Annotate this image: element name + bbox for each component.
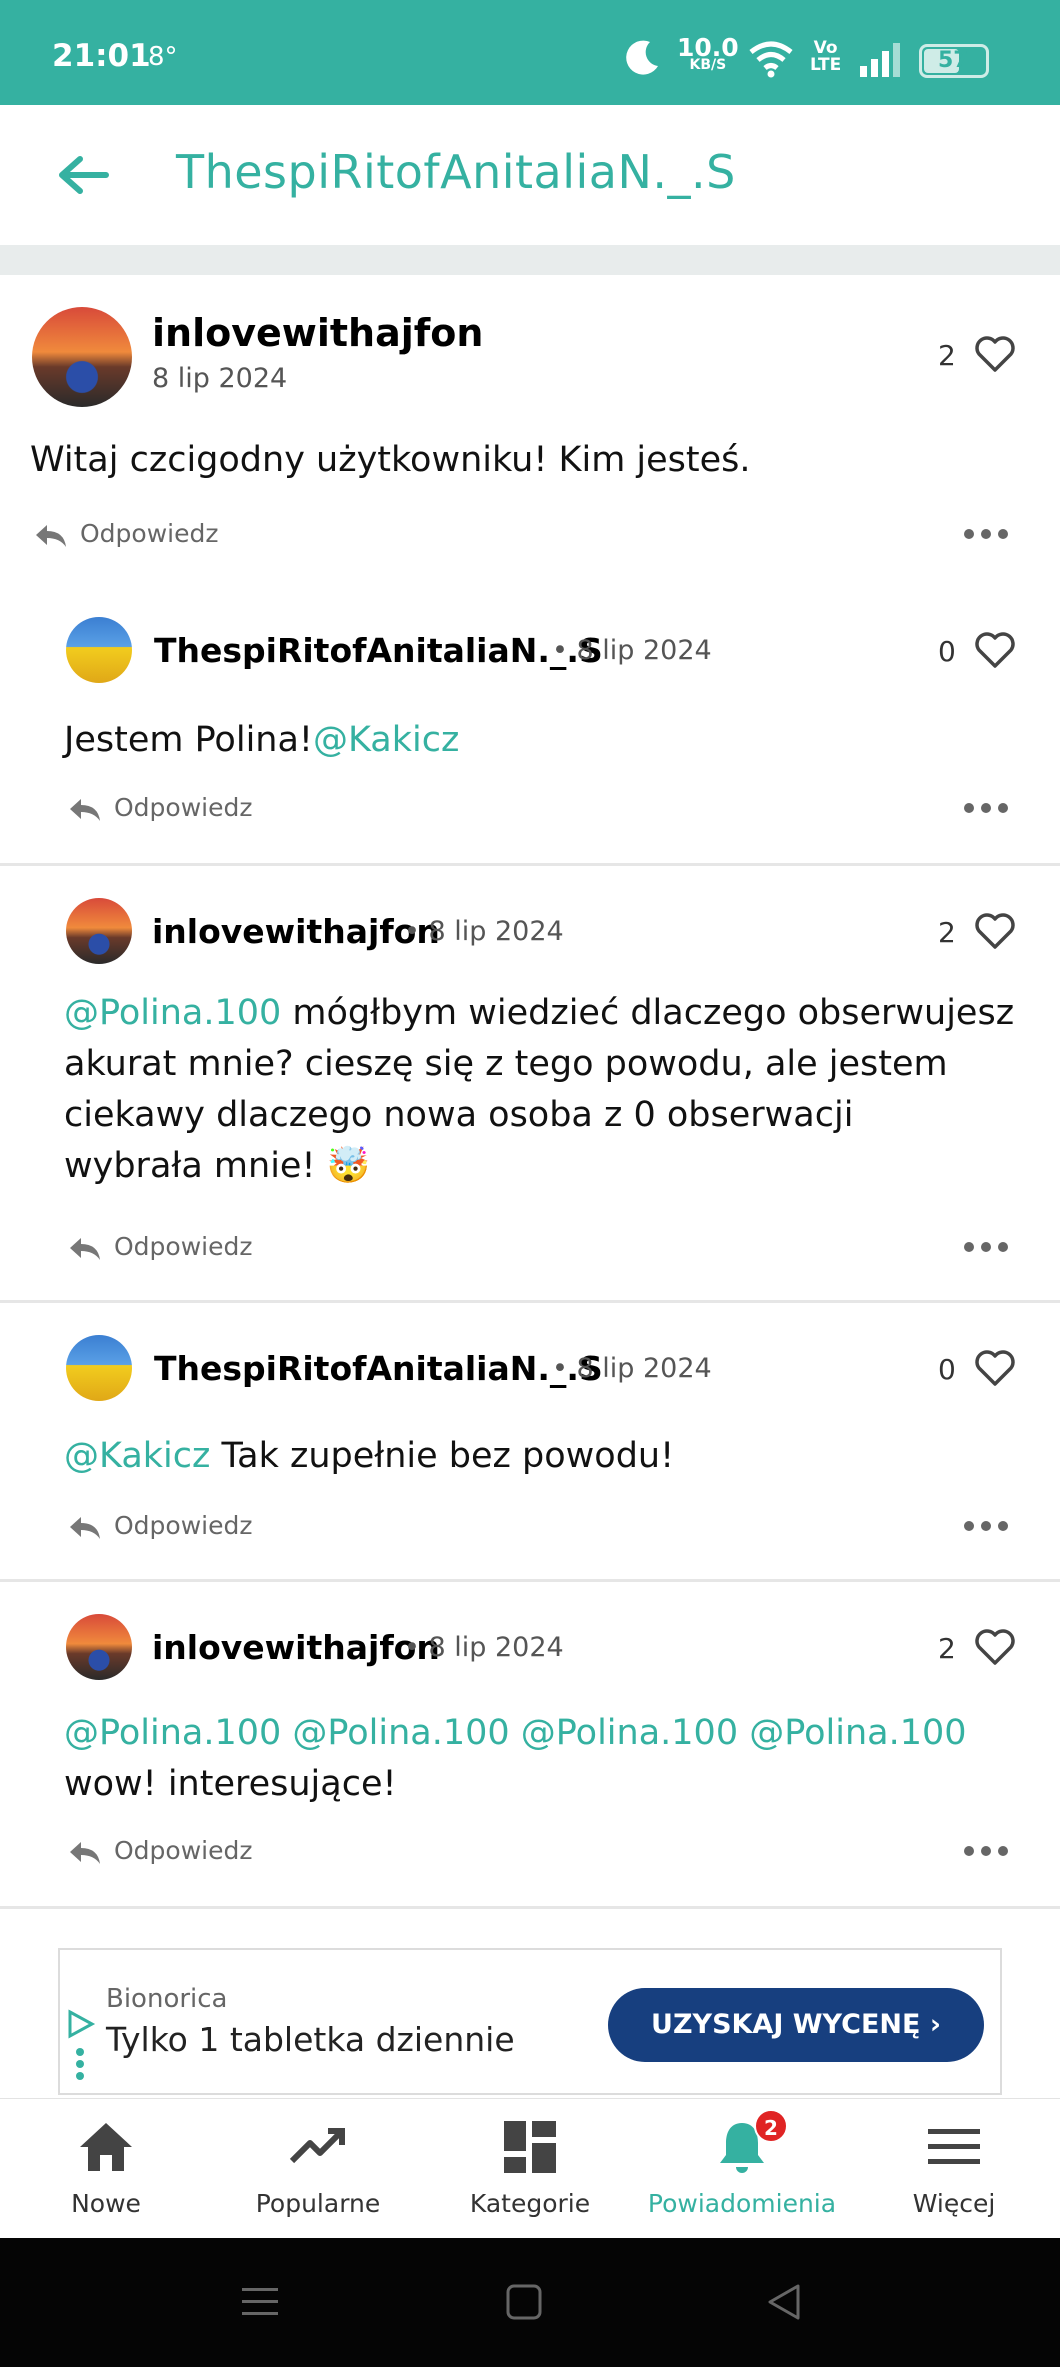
network-speed: 10.0 KB/S xyxy=(677,33,739,73)
notification-badge: 2 xyxy=(754,2109,788,2143)
nav-label: Więcej xyxy=(912,2189,996,2218)
heart-icon[interactable] xyxy=(974,1349,1016,1387)
like-count: 0 xyxy=(938,1353,956,1386)
page-title: ThespiRitofAnitaliaN._.S xyxy=(176,145,736,199)
more-options-icon[interactable] xyxy=(964,803,1008,813)
like-count: 0 xyxy=(938,635,956,668)
nav-item-nowe[interactable]: Nowe xyxy=(0,2099,212,2239)
reply-button[interactable]: Odpowiedz xyxy=(114,1836,252,1865)
heart-icon[interactable] xyxy=(974,335,1016,373)
wifi-icon xyxy=(749,41,793,78)
comment-date: 8 lip 2024 xyxy=(152,363,288,394)
reply-button[interactable]: Odpowiedz xyxy=(80,519,218,548)
comment-date: • 8 lip 2024 xyxy=(552,635,712,666)
comment-reply: ThespiRitofAnitaliaN._.S • 8 lip 2024 0 … xyxy=(0,1303,1060,1581)
reply-icon[interactable] xyxy=(68,797,102,823)
reply-icon[interactable] xyxy=(68,1236,102,1262)
comment-date: • 8 lip 2024 xyxy=(404,916,564,947)
user-mentions[interactable]: @Polina.100 @Polina.100 @Polina.100 @Pol… xyxy=(64,1708,967,1759)
nav-item-wiecej[interactable]: Więcej xyxy=(848,2099,1060,2239)
reply-button[interactable]: Odpowiedz xyxy=(114,1232,252,1261)
nav-item-popularne[interactable]: Popularne xyxy=(212,2099,424,2239)
comment-author[interactable]: ThespiRitofAnitaliaN._.S xyxy=(154,631,603,670)
home-button-icon[interactable] xyxy=(504,2282,544,2322)
like-count: 2 xyxy=(938,1632,956,1665)
more-options-icon[interactable] xyxy=(964,1521,1008,1531)
volte-indicator: Vo LTE xyxy=(810,38,842,75)
comment-author[interactable]: inlovewithajfon xyxy=(152,311,483,355)
ad-banner[interactable]: Bionorica Tylko 1 tabletka dziennie UZYS… xyxy=(58,1948,1002,2095)
header-divider xyxy=(0,245,1060,275)
comment-text: @Kakicz Tak zupełnie bez powodu! xyxy=(64,1436,675,1476)
avatar[interactable] xyxy=(66,898,132,964)
more-options-icon[interactable] xyxy=(964,529,1008,539)
comment-divider xyxy=(0,1906,1060,1909)
status-bar: 21:01 8° 10.0 KB/S Vo LTE 57 xyxy=(0,0,1060,105)
back-arrow-icon[interactable] xyxy=(58,155,110,195)
like-count: 2 xyxy=(938,916,956,949)
top-app-bar: ThespiRitofAnitaliaN._.S xyxy=(0,105,1060,245)
comment-text: Jestem Polina!@Kakicz xyxy=(64,720,460,760)
more-options-icon[interactable] xyxy=(964,1846,1008,1856)
bottom-navigation: Nowe Popularne Kategorie 2 Powiadomienia xyxy=(0,2098,1060,2238)
nav-label: Kategorie xyxy=(469,2189,591,2218)
recent-apps-icon[interactable] xyxy=(240,2282,280,2322)
ad-cta-button[interactable]: UZYSKAJ WYCENĘ › xyxy=(608,1988,984,2062)
comment-date: • 8 lip 2024 xyxy=(552,1353,712,1384)
ad-brand: Bionorica xyxy=(106,1984,228,2014)
avatar[interactable] xyxy=(66,1614,132,1680)
avatar[interactable] xyxy=(66,617,132,683)
grid-icon xyxy=(504,2121,556,2173)
comment-author[interactable]: inlovewithajfon xyxy=(152,1628,440,1667)
comment-text: Witaj czcigodny użytkowniku! Kim jesteś. xyxy=(30,440,751,480)
reply-icon[interactable] xyxy=(68,1515,102,1541)
like-count: 2 xyxy=(938,339,956,372)
nav-label: Nowe xyxy=(71,2189,141,2218)
comment-reply: ThespiRitofAnitaliaN._.S • 8 lip 2024 0 … xyxy=(0,575,1060,865)
comment-text: @Polina.100 mógłbym wiedzieć dlaczego ob… xyxy=(64,993,1015,1186)
heart-icon[interactable] xyxy=(974,912,1016,950)
nav-label: Powiadomienia xyxy=(647,2189,837,2218)
comment-text: @Polina.100 @Polina.100 @Polina.100 @Pol… xyxy=(64,1708,967,1810)
nav-item-powiadomienia[interactable]: 2 Powiadomienia xyxy=(636,2099,848,2239)
menu-icon xyxy=(928,2129,980,2164)
reply-icon[interactable] xyxy=(34,523,68,549)
heart-icon[interactable] xyxy=(974,1628,1016,1666)
nav-label: Popularne xyxy=(255,2189,381,2218)
trending-icon xyxy=(289,2128,345,2164)
reply-icon[interactable] xyxy=(68,1840,102,1866)
comment-author[interactable]: ThespiRitofAnitaliaN._.S xyxy=(154,1349,603,1388)
heart-icon[interactable] xyxy=(974,631,1016,669)
temperature: 8° xyxy=(148,42,178,72)
avatar[interactable] xyxy=(66,1335,132,1401)
reply-button[interactable]: Odpowiedz xyxy=(114,793,252,822)
comment-reply: inlovewithajfon • 8 lip 2024 2 @Polina.1… xyxy=(0,1582,1060,1908)
system-navigation-bar xyxy=(0,2238,1060,2367)
comment-date: • 8 lip 2024 xyxy=(404,1632,564,1663)
nav-item-kategorie[interactable]: Kategorie xyxy=(424,2099,636,2239)
user-mention[interactable]: @Kakicz xyxy=(313,720,459,760)
home-icon xyxy=(80,2123,132,2171)
battery-icon: 57 xyxy=(919,44,989,78)
ad-choices-icon[interactable] xyxy=(66,2006,96,2080)
comment: inlovewithajfon 8 lip 2024 2 Witaj czcig… xyxy=(0,275,1060,575)
user-mention[interactable]: @Kakicz xyxy=(64,1436,210,1476)
more-options-icon[interactable] xyxy=(964,1242,1008,1252)
avatar[interactable] xyxy=(32,307,132,407)
clock: 21:01 xyxy=(52,38,151,74)
signal-icon xyxy=(860,43,900,77)
reply-button[interactable]: Odpowiedz xyxy=(114,1511,252,1540)
comment-author[interactable]: inlovewithajfon xyxy=(152,912,440,951)
moon-icon xyxy=(626,40,658,75)
back-button-icon[interactable] xyxy=(764,2282,804,2322)
comment-reply: inlovewithajfon • 8 lip 2024 2 @Polina.1… xyxy=(0,866,1060,1302)
user-mention[interactable]: @Polina.100 xyxy=(64,993,281,1033)
ad-tagline: Tylko 1 tabletka dziennie xyxy=(106,2020,515,2059)
